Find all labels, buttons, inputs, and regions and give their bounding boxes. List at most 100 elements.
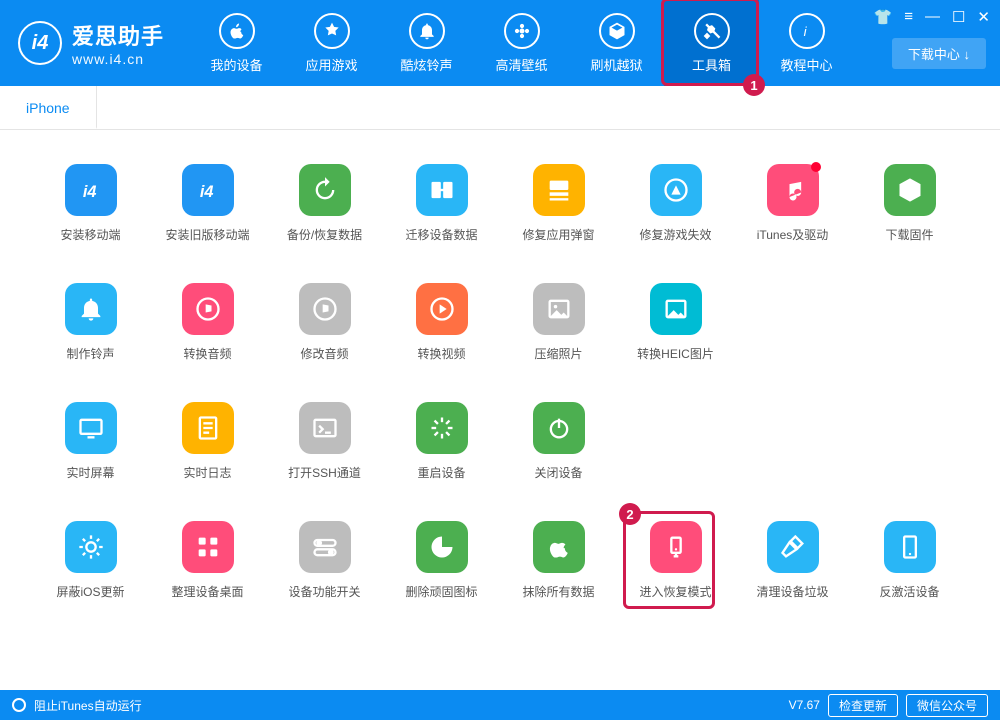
menu-icon[interactable]: ≡ [904,8,913,26]
maximize-button[interactable]: ☐ [952,8,965,26]
tools-icon [694,13,730,49]
image-icon [533,283,585,335]
version-label: V7.67 [789,698,820,712]
tool-label: 设备功能开关 [288,583,360,600]
nav-toolbox[interactable]: 工具箱 1 [664,0,759,86]
tab-iphone[interactable]: iPhone [0,86,97,129]
tool-arrange-desktop[interactable]: 整理设备桌面 [149,521,266,600]
minimize-button[interactable]: — [925,8,940,26]
tool-backup-restore[interactable]: 备份/恢复数据 [266,164,383,243]
tool-recovery-mode[interactable]: 进入恢复模式 2 [617,521,734,600]
appleid-icon [533,164,585,216]
tool-label: 修复游戏失效 [639,226,711,243]
badge-2: 2 [619,503,641,525]
music-disc-icon [182,283,234,335]
tool-label: 删除顽固图标 [405,583,477,600]
close-button[interactable]: ✕ [977,8,990,26]
nav-apps-games[interactable]: 应用游戏 [284,0,379,86]
transfer-icon [416,164,468,216]
device-tabs: iPhone [0,86,1000,130]
notification-dot [811,162,821,172]
tool-itunes-driver[interactable]: iTunes及驱动 [734,164,851,243]
tool-migrate[interactable]: 迁移设备数据 [383,164,500,243]
tool-install-old-mobile[interactable]: i4安装旧版移动端 [149,164,266,243]
tool-erase-all[interactable]: 抹除所有数据 [500,521,617,600]
nav-wallpapers[interactable]: 高清壁纸 [474,0,569,86]
circle-icon [12,698,26,712]
clock-icon [299,164,351,216]
tool-feature-switch[interactable]: 设备功能开关 [266,521,383,600]
window-controls: 👕 ≡ — ☐ ✕ [874,8,990,26]
tool-label: 打开SSH通道 [288,464,361,481]
nav-ringtones[interactable]: 酷炫铃声 [379,0,474,86]
tool-restart[interactable]: 重启设备 [383,402,500,481]
nav-label: 我的设备 [211,55,263,74]
shirt-icon[interactable]: 👕 [874,8,893,26]
tool-shutdown[interactable]: 关闭设备 [500,402,617,481]
tool-live-screen[interactable]: 实时屏幕 [32,402,149,481]
loading-icon [416,402,468,454]
nav-flash-jailbreak[interactable]: 刷机越狱 [569,0,664,86]
tool-label: 修改音频 [300,345,348,362]
appstore-icon [650,164,702,216]
svg-text:i4: i4 [82,183,96,201]
tool-label: 重启设备 [417,464,465,481]
tool-label: 转换视频 [417,345,465,362]
tool-fix-game[interactable]: 修复游戏失效 [617,164,734,243]
tool-label: 清理设备垃圾 [756,583,828,600]
apple-icon [533,521,585,573]
tool-label: 安装移动端 [60,226,120,243]
tool-label: 实时日志 [183,464,231,481]
gear-icon [65,521,117,573]
i4-icon: i4 [182,164,234,216]
tool-install-mobile[interactable]: i4 安装移动端 [32,164,149,243]
i4-icon: i4 [65,164,117,216]
monitor-icon [65,402,117,454]
download-center-button[interactable]: 下载中心 ↓ [892,38,986,69]
nav-tutorials[interactable]: i 教程中心 [759,0,854,86]
tool-edit-audio[interactable]: 修改音频 [266,283,383,362]
tool-label: 进入恢复模式 [639,583,711,600]
nav-label: 工具箱 [692,55,731,74]
pacman-icon [416,521,468,573]
tool-convert-heic[interactable]: 转换HEIC图片 [617,283,734,362]
tool-label: 转换HEIC图片 [637,345,714,362]
tool-live-log[interactable]: 实时日志 [149,402,266,481]
tool-open-ssh[interactable]: 打开SSH通道 [266,402,383,481]
recovery-icon [650,521,702,573]
nav-label: 教程中心 [781,55,833,74]
check-update-button[interactable]: 检查更新 [828,694,898,717]
status-bar: 阻止iTunes自动运行 V7.67 检查更新 微信公众号 [0,690,1000,720]
tool-deactivate[interactable]: 反激活设备 [851,521,968,600]
tool-compress-photo[interactable]: 压缩照片 [500,283,617,362]
power-icon [533,402,585,454]
tool-convert-video[interactable]: 转换视频 [383,283,500,362]
tool-block-ios-update[interactable]: 屏蔽iOS更新 [32,521,149,600]
log-icon [182,402,234,454]
tool-label: 修复应用弹窗 [522,226,594,243]
app-title: 爱思助手 [72,19,164,51]
tool-fix-app-popup[interactable]: 修复应用弹窗 [500,164,617,243]
edit-audio-icon [299,283,351,335]
nav-my-device[interactable]: 我的设备 [189,0,284,86]
nav-label: 刷机越狱 [591,55,643,74]
app-subtitle: www.i4.cn [72,51,164,67]
block-itunes-toggle[interactable]: 阻止iTunes自动运行 [34,697,142,714]
tool-label: 备份/恢复数据 [287,226,362,243]
tool-download-firmware[interactable]: 下载固件 [851,164,968,243]
info-icon: i [789,13,825,49]
tool-make-ringtone[interactable]: 制作铃声 [32,283,149,362]
nav-label: 应用游戏 [306,55,358,74]
tool-label: 抹除所有数据 [522,583,594,600]
tool-clean-junk[interactable]: 清理设备垃圾 [734,521,851,600]
tool-convert-audio[interactable]: 转换音频 [149,283,266,362]
bell-icon [409,13,445,49]
phone-icon [884,521,936,573]
tool-label: 压缩照片 [534,345,582,362]
grid-icon [182,521,234,573]
wechat-button[interactable]: 微信公众号 [906,694,988,717]
tool-delete-stubborn-icons[interactable]: 删除顽固图标 [383,521,500,600]
nav-label: 高清壁纸 [496,55,548,74]
tool-label: 屏蔽iOS更新 [56,583,124,600]
appstore-icon [314,13,350,49]
